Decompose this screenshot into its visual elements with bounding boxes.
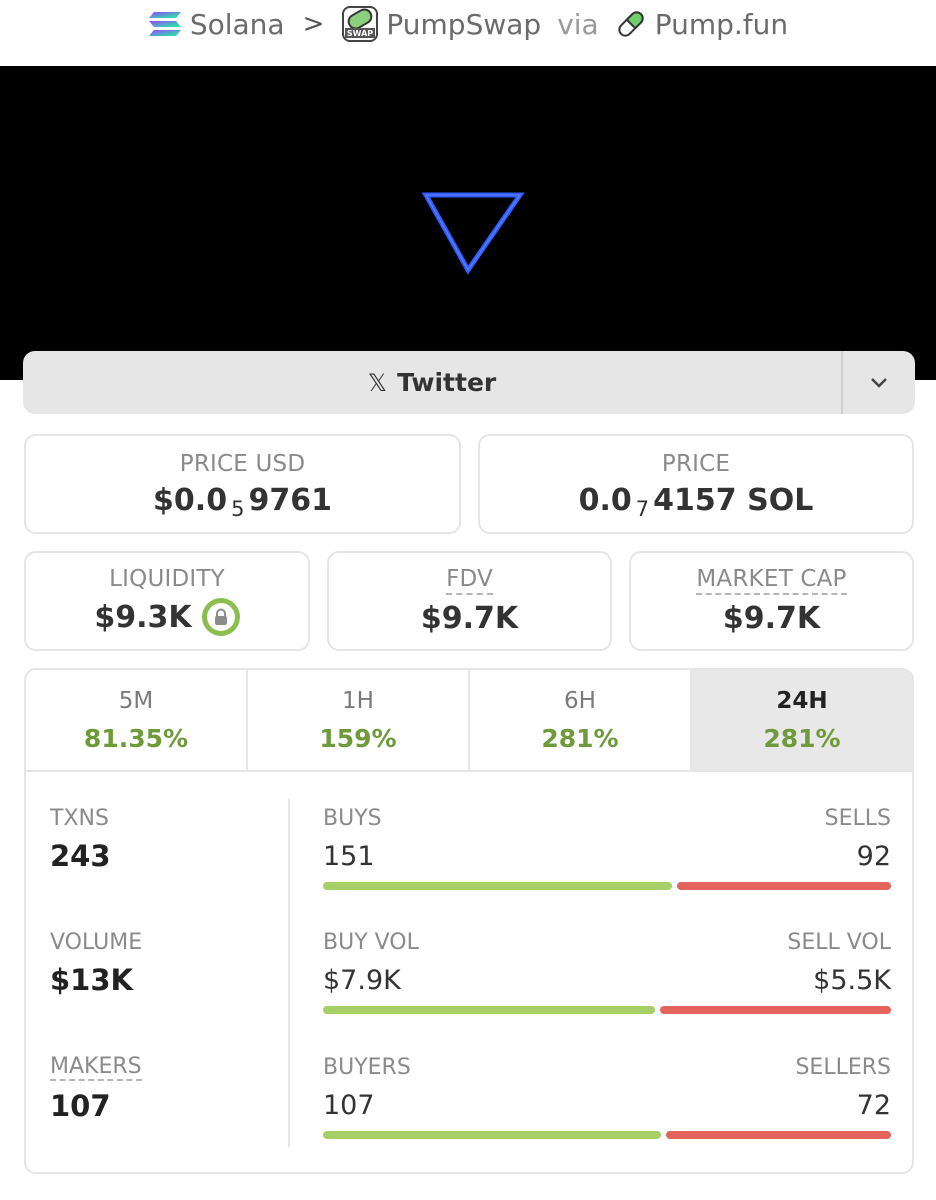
- buyers-sellers-row: BUYERS SELLERS 107 72: [323, 1055, 891, 1139]
- sell-vol-label: SELL VOL: [787, 930, 891, 955]
- pill-icon: [618, 11, 644, 37]
- txns-stat: TXNS 243: [50, 806, 111, 873]
- column-divider: [288, 799, 290, 1147]
- sell-bar: [660, 1006, 891, 1014]
- breadcrumb-source[interactable]: Pump.fun: [615, 8, 788, 41]
- tab-label: 5M: [118, 687, 154, 714]
- tab-change: 281%: [763, 723, 841, 753]
- txns-label: TXNS: [50, 806, 109, 831]
- chevron-down-icon: [871, 377, 887, 388]
- social-links-bar: 𝕏 Twitter: [23, 351, 915, 414]
- inverted-triangle-icon: [421, 192, 525, 275]
- liquidity-box: LIQUIDITY $9.3K: [24, 551, 310, 651]
- tab-6h[interactable]: 6H 281%: [470, 670, 692, 770]
- timeframe-tabs: 5M 81.35% 1H 159% 6H 281% 24H 281%: [26, 670, 912, 772]
- price-native-prefix: 0.0: [578, 482, 632, 518]
- sells-value: 92: [856, 841, 891, 872]
- tab-change: 281%: [541, 723, 619, 753]
- tab-change: 81.35%: [83, 723, 189, 753]
- pumpswap-icon: SWAP: [342, 6, 379, 42]
- buys-value: 151: [323, 841, 375, 872]
- breadcrumb-source-label: Pump.fun: [654, 7, 789, 41]
- buy-bar: [323, 1006, 656, 1014]
- price-native-box: PRICE 0.0 7 4157 SOL: [478, 434, 914, 534]
- market-cap-value: $9.7K: [722, 601, 821, 636]
- sell-bar: [677, 882, 891, 890]
- market-cap-label[interactable]: MARKET CAP: [696, 566, 847, 595]
- sell-bar: [665, 1131, 891, 1139]
- sells-label: SELLS: [824, 806, 891, 831]
- twitter-label: Twitter: [397, 368, 497, 397]
- breadcrumb-dex-label: PumpSwap: [386, 7, 542, 41]
- twitter-button[interactable]: 𝕏 Twitter: [23, 351, 841, 414]
- price-usd-digits: 9761: [248, 482, 332, 518]
- buyers-label: BUYERS: [323, 1055, 411, 1080]
- solana-icon: [148, 12, 181, 36]
- token-banner: [0, 66, 936, 380]
- liquidity-value: $9.3K: [94, 599, 192, 635]
- stats-body: TXNS 243 VOLUME $13K MAKERS 107 BUYS SEL…: [26, 772, 912, 1172]
- price-usd-value: $0.0 5 9761: [153, 482, 332, 522]
- tab-1h[interactable]: 1H 159%: [248, 670, 470, 770]
- tab-label: 6H: [564, 687, 596, 714]
- tab-label: 24H: [776, 687, 828, 714]
- price-native-label: PRICE: [661, 450, 731, 477]
- price-native-zero-count: 7: [635, 497, 650, 521]
- breadcrumb-chain[interactable]: Solana: [148, 8, 285, 41]
- price-native-value: 0.0 7 4157 SOL: [578, 482, 814, 522]
- price-native-digits: 4157 SOL: [653, 482, 814, 518]
- buyers-sellers-bar: [323, 1131, 891, 1139]
- sellers-label: SELLERS: [795, 1055, 891, 1080]
- buy-bar: [323, 1131, 661, 1139]
- buy-sell-volume-bar: [323, 1006, 891, 1014]
- fdv-label[interactable]: FDV: [446, 566, 493, 595]
- lock-icon[interactable]: [201, 598, 240, 636]
- breadcrumb-chain-label: Solana: [189, 7, 285, 41]
- fdv-value: $9.7K: [420, 601, 519, 636]
- buys-label: BUYS: [323, 806, 382, 831]
- buys-sells-row: BUYS SELLS 151 92: [323, 806, 891, 890]
- breadcrumb: Solana > SWAP PumpSwap via Pump.fun: [0, 0, 936, 48]
- stats-panel: 5M 81.35% 1H 159% 6H 281% 24H 281% TXNS …: [24, 668, 914, 1174]
- buys-sells-bar: [323, 882, 891, 890]
- buyers-value: 107: [323, 1090, 375, 1121]
- banner-art: [421, 192, 525, 275]
- makers-stat: MAKERS 107: [50, 1055, 142, 1123]
- breadcrumb-via: via: [557, 7, 599, 41]
- fdv-box: FDV $9.7K: [327, 551, 612, 651]
- tab-24h[interactable]: 24H 281%: [692, 670, 912, 770]
- price-usd-label: PRICE USD: [179, 450, 306, 477]
- liquidity-value-row: $9.3K: [94, 598, 240, 636]
- buy-sell-volume-row: BUY VOL SELL VOL $7.9K $5.5K: [323, 930, 891, 1014]
- x-icon: 𝕏: [367, 368, 388, 397]
- svg-text:SWAP: SWAP: [347, 29, 373, 38]
- price-usd-box: PRICE USD $0.0 5 9761: [24, 434, 461, 534]
- tab-change: 159%: [319, 723, 397, 753]
- makers-label[interactable]: MAKERS: [50, 1055, 142, 1081]
- sell-vol-value: $5.5K: [813, 965, 891, 996]
- buy-vol-label: BUY VOL: [323, 930, 419, 955]
- txns-value: 243: [50, 839, 111, 873]
- makers-value: 107: [50, 1089, 111, 1123]
- volume-stat: VOLUME $13K: [50, 930, 142, 997]
- breadcrumb-separator: >: [302, 9, 325, 39]
- tab-label: 1H: [342, 687, 374, 714]
- totals-column: TXNS 243 VOLUME $13K MAKERS 107: [26, 772, 288, 1172]
- price-usd-zero-count: 5: [231, 497, 245, 521]
- buy-bar: [323, 882, 673, 890]
- tab-5m[interactable]: 5M 81.35%: [26, 670, 248, 770]
- breadcrumb-dex[interactable]: SWAP PumpSwap: [342, 6, 541, 42]
- volume-value: $13K: [50, 963, 134, 997]
- sellers-value: 72: [856, 1090, 891, 1121]
- volume-label: VOLUME: [50, 930, 143, 955]
- social-dropdown-toggle[interactable]: [841, 351, 915, 414]
- liquidity-label: LIQUIDITY: [109, 566, 225, 592]
- price-usd-prefix: $0.0: [153, 482, 228, 518]
- market-cap-box: MARKET CAP $9.7K: [629, 551, 914, 651]
- buy-vol-value: $7.9K: [323, 965, 401, 996]
